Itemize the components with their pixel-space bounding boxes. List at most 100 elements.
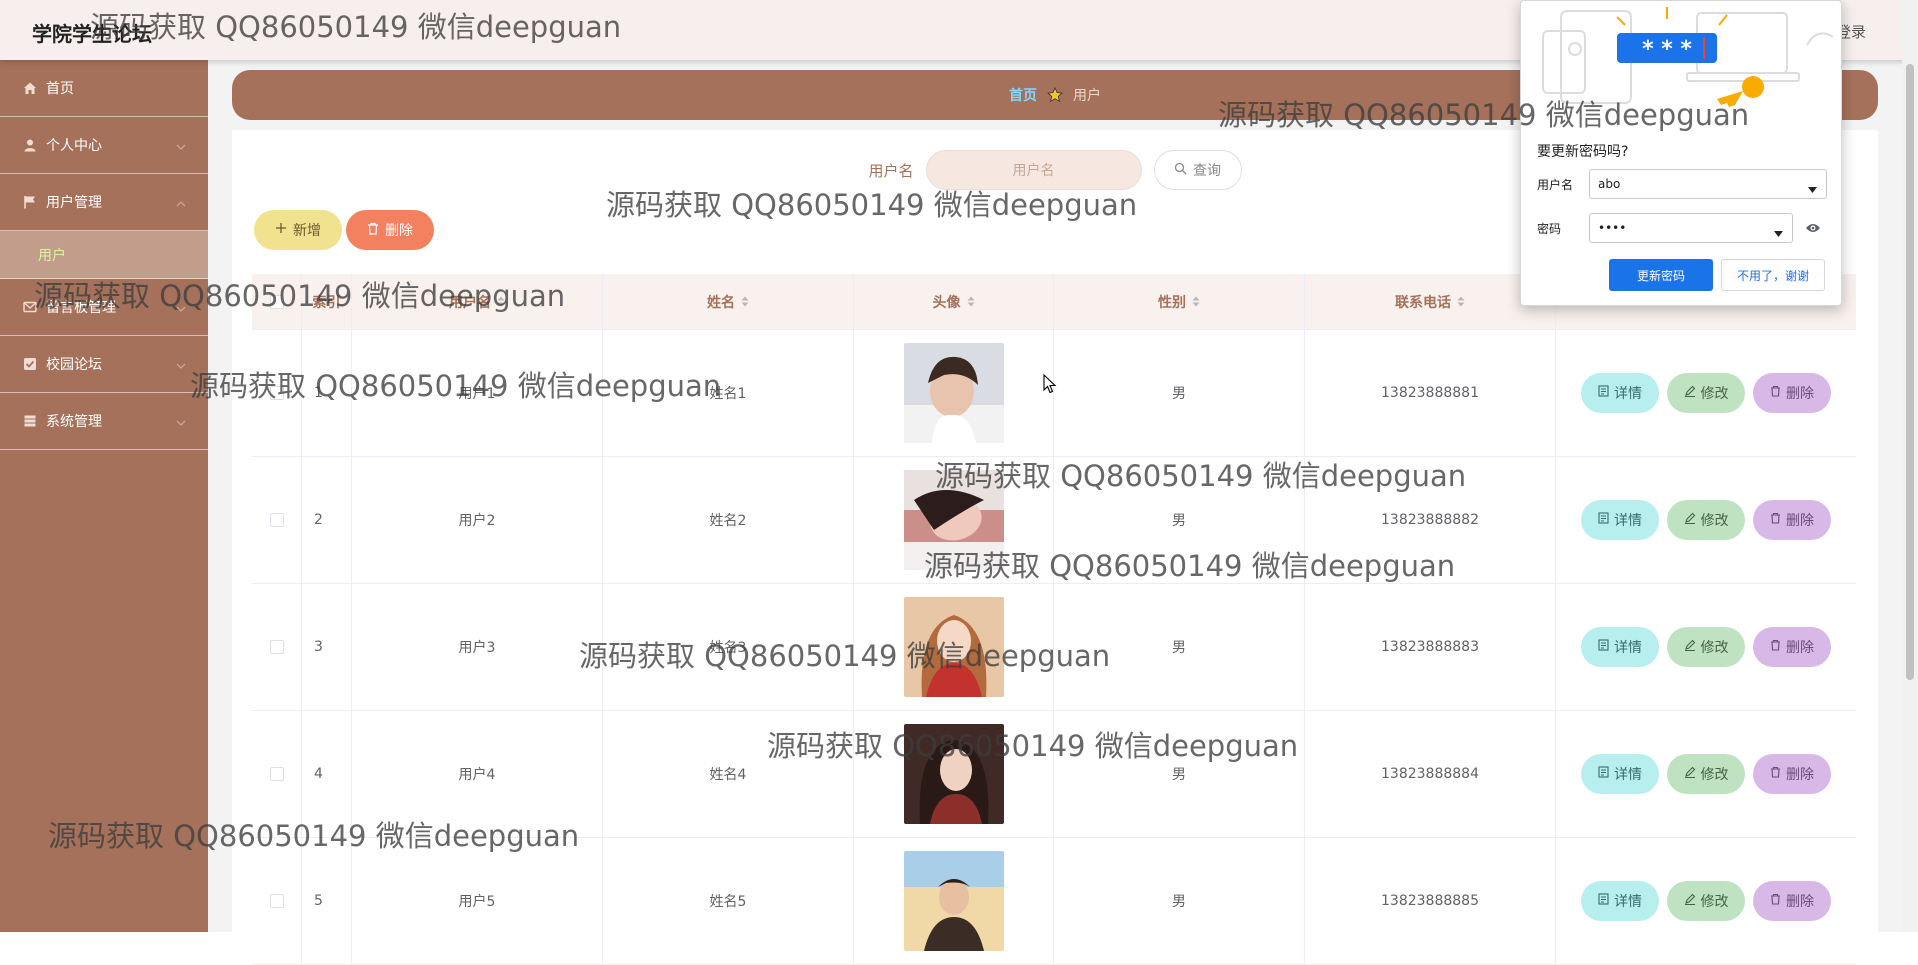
sort-icon[interactable] bbox=[967, 296, 975, 307]
row-name: 姓名4 bbox=[603, 711, 854, 837]
masked-password-banner: * * * bbox=[1642, 37, 1692, 62]
detail-label: 详情 bbox=[1614, 513, 1642, 529]
row-select-cell bbox=[252, 457, 302, 583]
message-icon bbox=[22, 299, 38, 315]
sidebar-item-message-board[interactable]: 留言板管理 bbox=[0, 279, 208, 336]
pencil-icon bbox=[1684, 385, 1696, 401]
sort-icon[interactable] bbox=[1192, 296, 1200, 307]
row-index: 3 bbox=[302, 584, 352, 710]
delete-button[interactable]: 删除 bbox=[1753, 754, 1831, 794]
sidebar-subitem-user[interactable]: 用户 bbox=[0, 231, 208, 279]
row-avatar-cell bbox=[854, 838, 1054, 964]
trash-icon bbox=[1770, 766, 1781, 782]
detail-button[interactable]: 详情 bbox=[1581, 627, 1659, 667]
pencil-icon bbox=[1684, 512, 1696, 528]
table-row: 5 用户5 姓名5 男 13823888885 详情 修改 删除 bbox=[252, 838, 1856, 965]
detail-label: 详情 bbox=[1614, 894, 1642, 910]
row-checkbox[interactable] bbox=[269, 894, 284, 908]
column-header-username[interactable]: 用户名 bbox=[352, 274, 603, 329]
dropdown-arrow-icon bbox=[1774, 226, 1783, 240]
mouse-cursor-icon bbox=[1043, 373, 1057, 398]
app-title: 学院学生论坛 bbox=[32, 22, 152, 46]
checkbox-icon bbox=[22, 356, 38, 372]
pencil-icon bbox=[1684, 893, 1696, 909]
show-password-eye-icon[interactable] bbox=[1805, 222, 1821, 234]
select-all-checkbox[interactable] bbox=[269, 294, 284, 309]
delete-button[interactable]: 删除 bbox=[1753, 881, 1831, 921]
detail-button[interactable]: 详情 bbox=[1581, 373, 1659, 413]
sort-icon[interactable] bbox=[741, 296, 749, 307]
sidebar: 首页 个人中心 用户管理 用户 留言板管理 校园论坛 系统管理 bbox=[0, 60, 208, 932]
column-header-sex[interactable]: 性别 bbox=[1054, 274, 1305, 329]
delete-label: 删除 bbox=[1786, 894, 1814, 910]
sidebar-item-user-management[interactable]: 用户管理 bbox=[0, 174, 208, 231]
password-value: •••• bbox=[1598, 221, 1627, 235]
row-actions: 详情 修改 删除 bbox=[1556, 457, 1856, 583]
row-index: 4 bbox=[302, 711, 352, 837]
edit-button[interactable]: 修改 bbox=[1667, 500, 1745, 540]
table-row: 3 用户3 姓名3 男 13823888883 详情 修改 删除 bbox=[252, 584, 1856, 711]
row-sex: 男 bbox=[1054, 838, 1305, 964]
row-checkbox[interactable] bbox=[269, 513, 284, 527]
chevron-down-icon bbox=[176, 415, 186, 431]
edit-label: 修改 bbox=[1700, 386, 1729, 402]
detail-button[interactable]: 详情 bbox=[1581, 754, 1659, 794]
username-select[interactable]: abo bbox=[1589, 169, 1827, 199]
row-sex: 男 bbox=[1054, 584, 1305, 710]
plus-icon bbox=[275, 222, 287, 238]
sidebar-item-campus-forum[interactable]: 校园论坛 bbox=[0, 336, 208, 393]
sidebar-item-label: 校园论坛 bbox=[46, 357, 102, 373]
delete-button[interactable]: 删除 bbox=[1753, 627, 1831, 667]
breadcrumb-home[interactable]: 首页 bbox=[1009, 85, 1037, 105]
row-name: 姓名3 bbox=[603, 584, 854, 710]
search-icon bbox=[1174, 162, 1187, 179]
column-header-phone[interactable]: 联系电话 bbox=[1305, 274, 1556, 329]
row-avatar-cell bbox=[854, 457, 1054, 583]
delete-label: 删除 bbox=[1786, 767, 1814, 783]
edit-button[interactable]: 修改 bbox=[1667, 881, 1745, 921]
column-label: 索引 bbox=[312, 294, 341, 311]
column-header-avatar[interactable]: 头像 bbox=[854, 274, 1054, 329]
sidebar-item-personal-center[interactable]: 个人中心 bbox=[0, 117, 208, 174]
row-checkbox[interactable] bbox=[269, 640, 284, 654]
password-select[interactable]: •••• bbox=[1589, 213, 1793, 243]
add-button[interactable]: 新增 bbox=[254, 210, 342, 250]
row-checkbox[interactable] bbox=[269, 386, 284, 400]
sort-icon[interactable] bbox=[1457, 296, 1465, 307]
row-actions: 详情 修改 删除 bbox=[1556, 711, 1856, 837]
row-sex: 男 bbox=[1054, 330, 1305, 456]
delete-label: 删除 bbox=[1786, 513, 1814, 529]
update-password-button[interactable]: 更新密码 bbox=[1609, 259, 1713, 291]
delete-button[interactable]: 删除 bbox=[1753, 500, 1831, 540]
row-checkbox[interactable] bbox=[269, 767, 284, 781]
column-header-index: 索引 bbox=[302, 274, 352, 329]
scrollbar-thumb[interactable] bbox=[1906, 64, 1914, 680]
row-actions: 详情 修改 删除 bbox=[1556, 584, 1856, 710]
sidebar-item-home[interactable]: 首页 bbox=[0, 60, 208, 117]
row-sex: 男 bbox=[1054, 711, 1305, 837]
sort-icon[interactable] bbox=[497, 296, 505, 307]
row-select-cell bbox=[252, 584, 302, 710]
page-scrollbar[interactable] bbox=[1902, 0, 1918, 932]
sidebar-item-label: 留言板管理 bbox=[46, 300, 116, 316]
column-header-name[interactable]: 姓名 bbox=[603, 274, 854, 329]
trash-icon bbox=[1770, 512, 1781, 528]
detail-button[interactable]: 详情 bbox=[1581, 500, 1659, 540]
flag-icon bbox=[22, 194, 38, 210]
breadcrumb-current: 用户 bbox=[1073, 88, 1101, 104]
delete-button[interactable]: 删除 bbox=[1753, 373, 1831, 413]
detail-button[interactable]: 详情 bbox=[1581, 881, 1659, 921]
search-button[interactable]: 查询 bbox=[1153, 150, 1242, 190]
actions-row: 新增 删除 bbox=[254, 210, 434, 250]
dismiss-button[interactable]: 不用了，谢谢 bbox=[1721, 259, 1825, 291]
row-username: 用户2 bbox=[352, 457, 603, 583]
chevron-down-icon bbox=[176, 358, 186, 374]
batch-delete-button[interactable]: 删除 bbox=[346, 210, 434, 250]
edit-button[interactable]: 修改 bbox=[1667, 627, 1745, 667]
edit-button[interactable]: 修改 bbox=[1667, 373, 1745, 413]
password-row: 密码 •••• bbox=[1537, 213, 1827, 243]
dropdown-arrow-icon bbox=[1808, 182, 1817, 196]
sidebar-item-system-management[interactable]: 系统管理 bbox=[0, 393, 208, 450]
username-search-input[interactable]: 用户名 bbox=[925, 150, 1142, 190]
edit-button[interactable]: 修改 bbox=[1667, 754, 1745, 794]
